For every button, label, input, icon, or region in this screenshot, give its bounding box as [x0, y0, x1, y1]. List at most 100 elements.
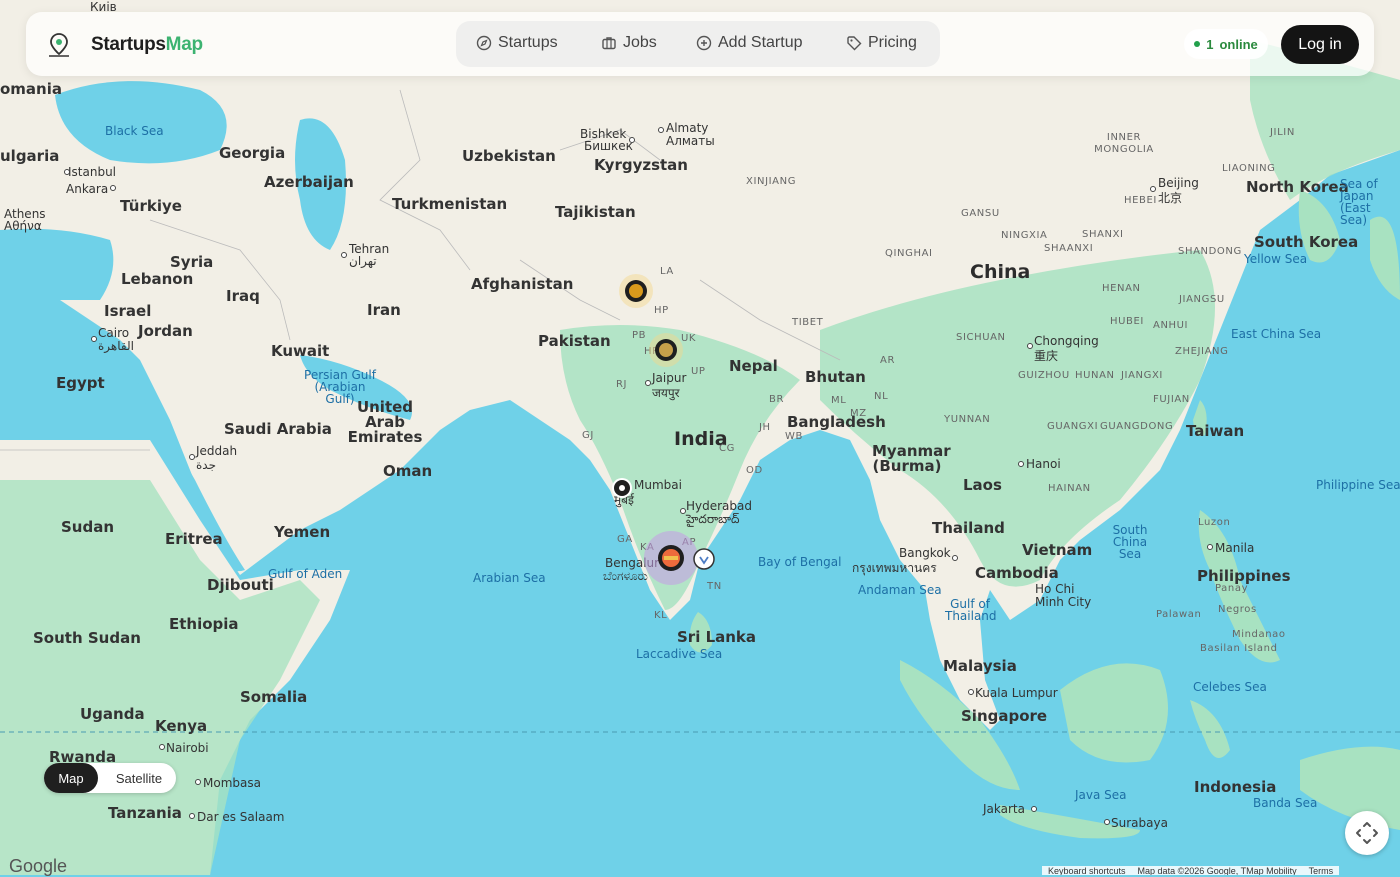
map-type-map-button[interactable]: Map: [44, 763, 98, 793]
country-label: ulgaria: [0, 147, 60, 165]
country-label: South Sudan: [33, 629, 141, 647]
region-label: GUIZHOU: [1018, 370, 1070, 381]
region-label: NL: [874, 391, 889, 402]
map-data-text: Map data ©2026 Google, TMap Mobility: [1137, 866, 1297, 875]
city-label: Mombasa: [203, 776, 261, 790]
city-label: Surabaya: [1111, 816, 1168, 830]
marker-kashmir[interactable]: [618, 273, 654, 309]
sea-label: Yellow Sea: [1244, 252, 1308, 266]
region-label: ANHUI: [1153, 320, 1189, 331]
city-label: Cairo: [98, 326, 130, 340]
region-label: GUANGXI: [1047, 421, 1099, 432]
nav-add-startup[interactable]: Add Startup: [696, 34, 803, 52]
region-label: CG: [719, 443, 735, 454]
country-label: United Arab Emirates: [347, 398, 423, 446]
compass-icon: [476, 35, 492, 51]
city-label: القاهرة: [98, 339, 134, 353]
region-label: LIAONING: [1222, 163, 1276, 174]
city-dot: [658, 127, 664, 133]
city-label: Istanbul: [68, 165, 117, 179]
region-label: AR: [880, 355, 895, 366]
country-label: Myanmar (Burma): [872, 442, 951, 475]
marker-chennai[interactable]: [692, 547, 716, 571]
city-label: Chongqing: [1034, 334, 1099, 348]
map-pin-logo-icon[interactable]: [46, 32, 72, 58]
city-label: హైదరాబాద్: [686, 512, 740, 526]
country-label: Pakistan: [538, 332, 611, 350]
brand-main: Startups: [91, 34, 166, 55]
sea-label: East China Sea: [1231, 327, 1322, 341]
city-label: Бишкек: [584, 139, 633, 153]
city-dot: [110, 185, 116, 191]
city-dot: [645, 380, 651, 386]
region-label: BR: [769, 394, 785, 405]
map-type-satellite-button[interactable]: Satellite: [102, 763, 176, 793]
region-label: JH: [759, 422, 771, 433]
keyboard-shortcuts-link[interactable]: Keyboard shortcuts: [1048, 866, 1126, 875]
city-label: Jeddah: [196, 444, 238, 458]
city-dot: [1104, 819, 1110, 825]
country-label: Jordan: [138, 322, 193, 340]
region-label: HUBEI: [1110, 316, 1144, 327]
country-label: Malaysia: [943, 657, 1017, 675]
region-label: HAINAN: [1048, 483, 1091, 494]
city-label: Ho Chi Minh City: [1035, 582, 1092, 609]
country-label: Taiwan: [1186, 422, 1245, 440]
city-label: Jakarta: [983, 802, 1025, 816]
login-button[interactable]: Log in: [1281, 25, 1359, 64]
tag-icon: [847, 36, 862, 51]
city-label: جدة: [196, 458, 217, 472]
city-label: Αθήνα: [4, 219, 42, 233]
city-label: जयपुर: [652, 386, 680, 400]
terms-link[interactable]: Terms: [1309, 866, 1334, 875]
region-label: WB: [785, 431, 803, 442]
region-label: PB: [632, 330, 647, 341]
city-dot: [629, 137, 635, 143]
nav-pricing[interactable]: Pricing: [846, 34, 917, 52]
region-label: NINGXIA: [1001, 230, 1048, 241]
region-label: ZHEJIANG: [1175, 346, 1229, 357]
country-label: Cambodia: [975, 564, 1059, 582]
country-label: China: [970, 261, 1031, 283]
region-label: Mindanao: [1232, 629, 1286, 640]
region-label: SHANDONG: [1178, 246, 1242, 257]
country-label: Israel: [104, 302, 152, 320]
city-label: Dar es Salaam: [197, 810, 285, 824]
brand-name[interactable]: StartupsMap: [91, 34, 203, 56]
region-label: Luzon: [1198, 517, 1231, 528]
marker-delhi[interactable]: [648, 332, 684, 368]
region-label: RJ: [616, 379, 628, 390]
map-attribution: Keyboard shortcuts Map data ©2026 Google…: [1042, 866, 1340, 875]
nav-add-startup-label: Add Startup: [718, 34, 803, 51]
city-dot: [968, 689, 974, 695]
country-label: Sudan: [61, 518, 115, 536]
region-label: JIANGSU: [1179, 294, 1225, 305]
country-label: Saudi Arabia: [224, 420, 332, 438]
city-label: Hanoi: [1026, 457, 1061, 471]
country-label: Kyrgyzstan: [594, 156, 688, 174]
fullscreen-button[interactable]: [1345, 811, 1389, 855]
map-type-toggle: Map Satellite: [44, 763, 176, 793]
city-dot: [91, 336, 97, 342]
region-label: Palawan: [1156, 609, 1202, 620]
region-label: HEBEI: [1124, 195, 1157, 206]
marker-mumbai[interactable]: [610, 476, 634, 500]
region-label: HUNAN: [1075, 370, 1115, 381]
region-label: JILIN: [1270, 127, 1295, 138]
region-label: JIANGXI: [1121, 370, 1163, 381]
city-dot: [1018, 461, 1024, 467]
region-label: HENAN: [1102, 283, 1141, 294]
plus-circle-icon: [696, 35, 712, 51]
city-dot: [341, 252, 347, 258]
city-label: Manila: [1215, 541, 1255, 555]
country-label: Turkmenistan: [392, 195, 508, 213]
sea-label: Gulf of Thailand: [945, 597, 997, 623]
google-logo[interactable]: Google: [9, 856, 67, 877]
region-label: YUNNAN: [944, 414, 991, 425]
fullscreen-icon: [1356, 822, 1378, 844]
nav-startups[interactable]: Startups: [476, 34, 558, 52]
country-label: Lebanon: [121, 270, 194, 288]
region-label: TN: [707, 581, 722, 592]
marker-bengaluru[interactable]: [643, 530, 699, 586]
nav-jobs[interactable]: Jobs: [601, 34, 657, 52]
